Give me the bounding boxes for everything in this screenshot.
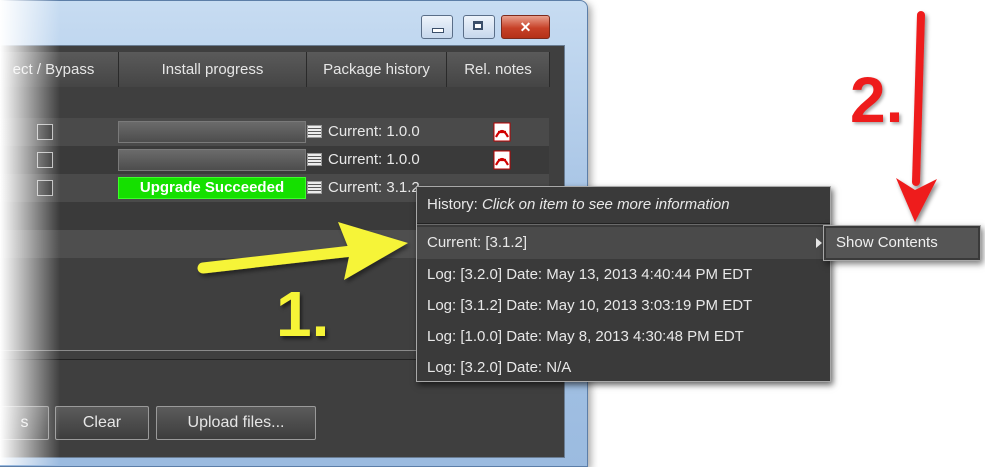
yellow-arrow-icon bbox=[197, 222, 408, 280]
step-2-label: 2. bbox=[850, 64, 904, 136]
step-1-label: 1. bbox=[276, 278, 330, 350]
annotation-overlay bbox=[197, 11, 937, 280]
